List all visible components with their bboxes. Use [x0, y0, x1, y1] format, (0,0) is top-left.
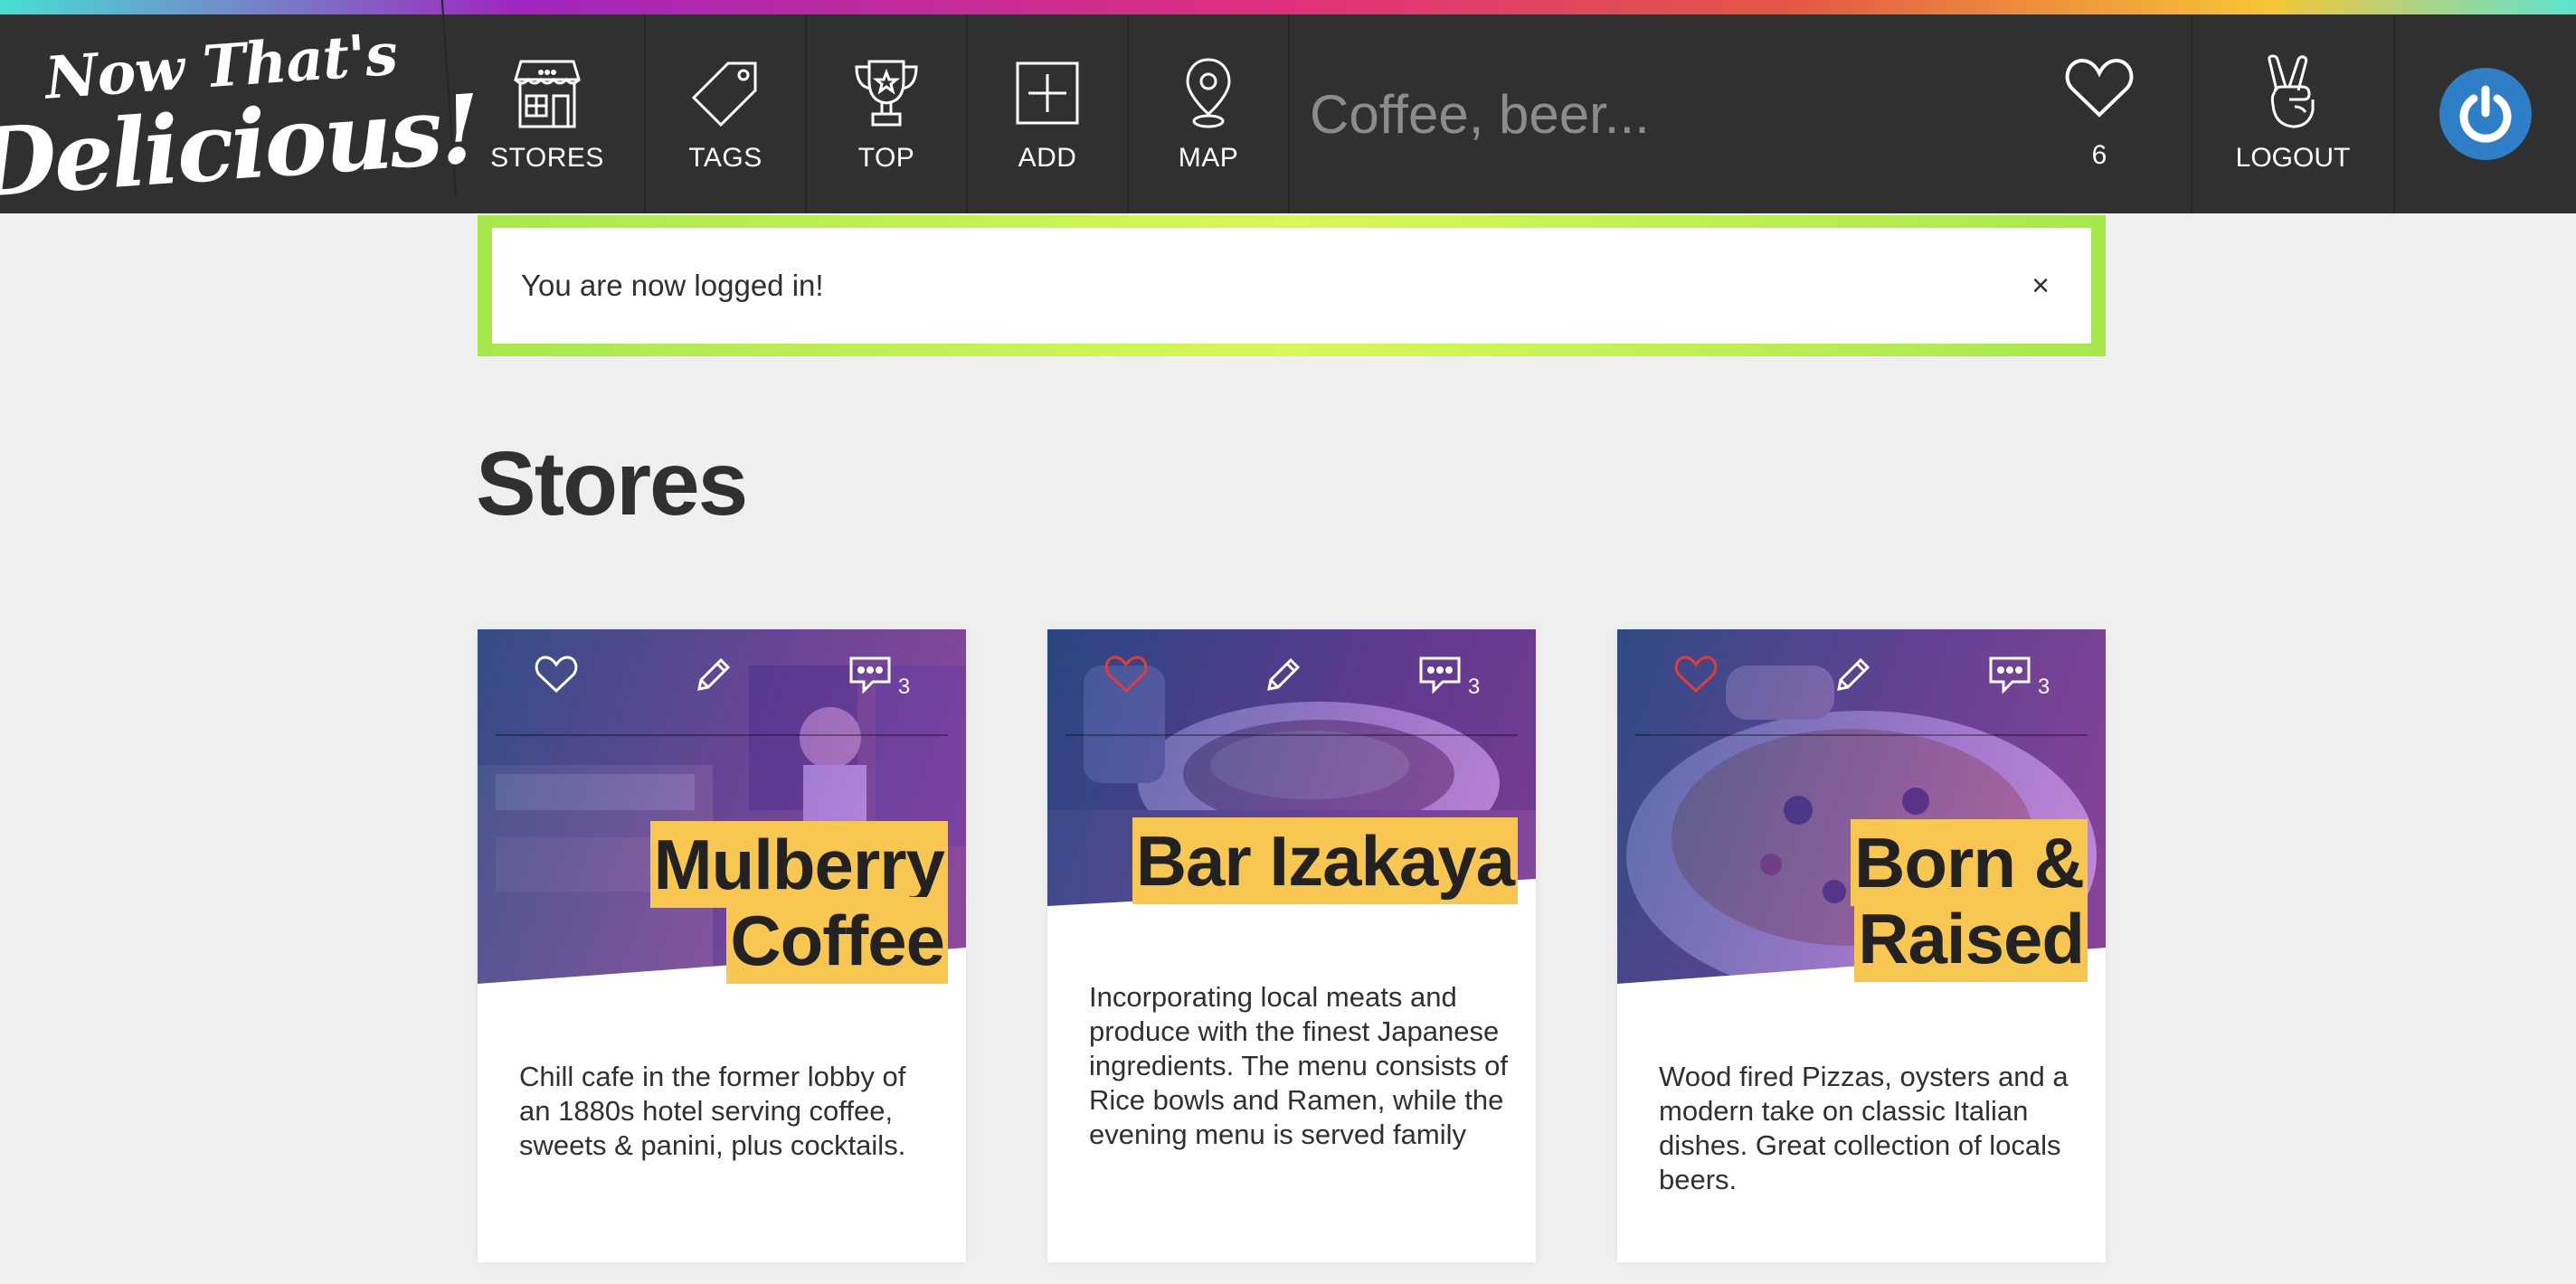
store-title-line-1: Born &	[1851, 819, 2088, 906]
comment-icon	[849, 656, 891, 694]
pencil-icon	[697, 657, 731, 691]
page-title: Stores	[476, 433, 748, 534]
heart-icon	[535, 656, 578, 694]
edit-button[interactable]	[1830, 655, 1875, 694]
store-card-actions: 3	[1047, 647, 1536, 702]
comment-count: 3	[2037, 675, 2050, 699]
tag-icon	[691, 61, 757, 127]
store-icon	[513, 60, 582, 128]
edit-button[interactable]	[1260, 655, 1305, 694]
nav-add-label: ADD	[1018, 143, 1077, 173]
store-card-actions: 3	[478, 647, 966, 702]
store-card-actions: 3	[1617, 647, 2106, 702]
comment-count: 3	[1467, 675, 1481, 699]
nav-logout-label: LOGOUT	[2235, 143, 2351, 173]
peace-hand-icon	[2268, 54, 2315, 128]
heart-icon	[1674, 656, 1718, 694]
add-icon	[1016, 61, 1079, 125]
comment-icon	[1989, 656, 2031, 694]
store-description: Wood fired Pizzas, oysters and a modern …	[1659, 1061, 2069, 1195]
store-title[interactable]: Mulberry Coffee	[649, 821, 948, 984]
comments-button[interactable]: 3	[1987, 655, 2050, 699]
store-description: Incorporating local meats and produce wi…	[1089, 981, 1508, 1150]
comments-button[interactable]: 3	[1417, 655, 1480, 699]
store-title[interactable]: Bar Izakaya	[1132, 817, 1518, 904]
nav-logout[interactable]: LOGOUT	[2192, 14, 2395, 213]
card-divider	[1635, 734, 2088, 736]
pencil-icon	[1267, 657, 1301, 691]
card-divider	[1065, 734, 1518, 736]
comment-count: 3	[897, 675, 911, 699]
store-card[interactable]: 3 Mulberry Coffee Chill cafe in the form…	[478, 629, 966, 1262]
nav-map[interactable]: MAP	[1129, 14, 1290, 213]
store-card[interactable]: 3 Born & Raised Wood fired Pizzas, oyste…	[1617, 629, 2106, 1262]
flash-close-button[interactable]: ×	[2031, 269, 2050, 304]
store-card-hero[interactable]: 3 Mulberry Coffee	[478, 629, 966, 991]
card-divider	[496, 734, 948, 736]
power-icon	[2459, 85, 2512, 143]
hearts-count: 6	[2091, 140, 2107, 170]
heart-icon	[2065, 58, 2134, 118]
nav-tags-label: TAGS	[688, 143, 762, 173]
top-nav: Now That's Delicious! STORES TAGS TOP AD…	[0, 0, 2576, 230]
store-title-line-2: Coffee	[726, 897, 948, 984]
comment-icon	[1419, 656, 1461, 694]
nav-add[interactable]: ADD	[968, 14, 1129, 213]
nav-stores-label: STORES	[490, 143, 604, 173]
map-pin-icon	[1186, 58, 1231, 128]
trophy-icon	[855, 60, 918, 127]
heart-icon	[1104, 656, 1148, 694]
nav-map-label: MAP	[1178, 143, 1239, 173]
nav-top[interactable]: TOP	[807, 14, 968, 213]
nav-top-label: TOP	[857, 143, 915, 173]
store-title-line-1: Bar Izakaya	[1132, 817, 1518, 904]
edit-button[interactable]	[690, 655, 735, 694]
pencil-icon	[1837, 657, 1870, 691]
store-card[interactable]: 3 Bar Izakaya Incorporating local meats …	[1047, 629, 1536, 1262]
store-title[interactable]: Born & Raised	[1851, 819, 2088, 982]
heart-button[interactable]	[1103, 655, 1149, 694]
store-card-hero[interactable]: 3 Born & Raised	[1617, 629, 2106, 991]
logo[interactable]: Now That's Delicious!	[0, 0, 482, 230]
logo-line-2: Delicious!	[0, 72, 482, 220]
heart-button[interactable]	[534, 655, 579, 694]
search-input[interactable]	[1310, 73, 1997, 155]
avatar[interactable]	[2439, 68, 2532, 160]
nav-tags[interactable]: TAGS	[646, 14, 807, 213]
comments-button[interactable]: 3	[848, 655, 910, 699]
store-card-hero[interactable]: 3 Bar Izakaya	[1047, 629, 1536, 991]
avatar-area	[2395, 14, 2576, 213]
store-title-line-2: Raised	[1854, 895, 2088, 982]
store-title-line-1: Mulberry	[649, 821, 948, 908]
store-description: Chill cafe in the former lobby of an 188…	[519, 1061, 906, 1161]
heart-button[interactable]	[1673, 655, 1719, 694]
flash-message: You are now logged in! ×	[478, 215, 2106, 356]
flash-text: You are now logged in!	[521, 269, 824, 302]
nav-hearts[interactable]: 6	[2008, 14, 2192, 213]
flash-body: You are now logged in! ×	[492, 228, 2091, 344]
search-area	[1290, 14, 2008, 213]
